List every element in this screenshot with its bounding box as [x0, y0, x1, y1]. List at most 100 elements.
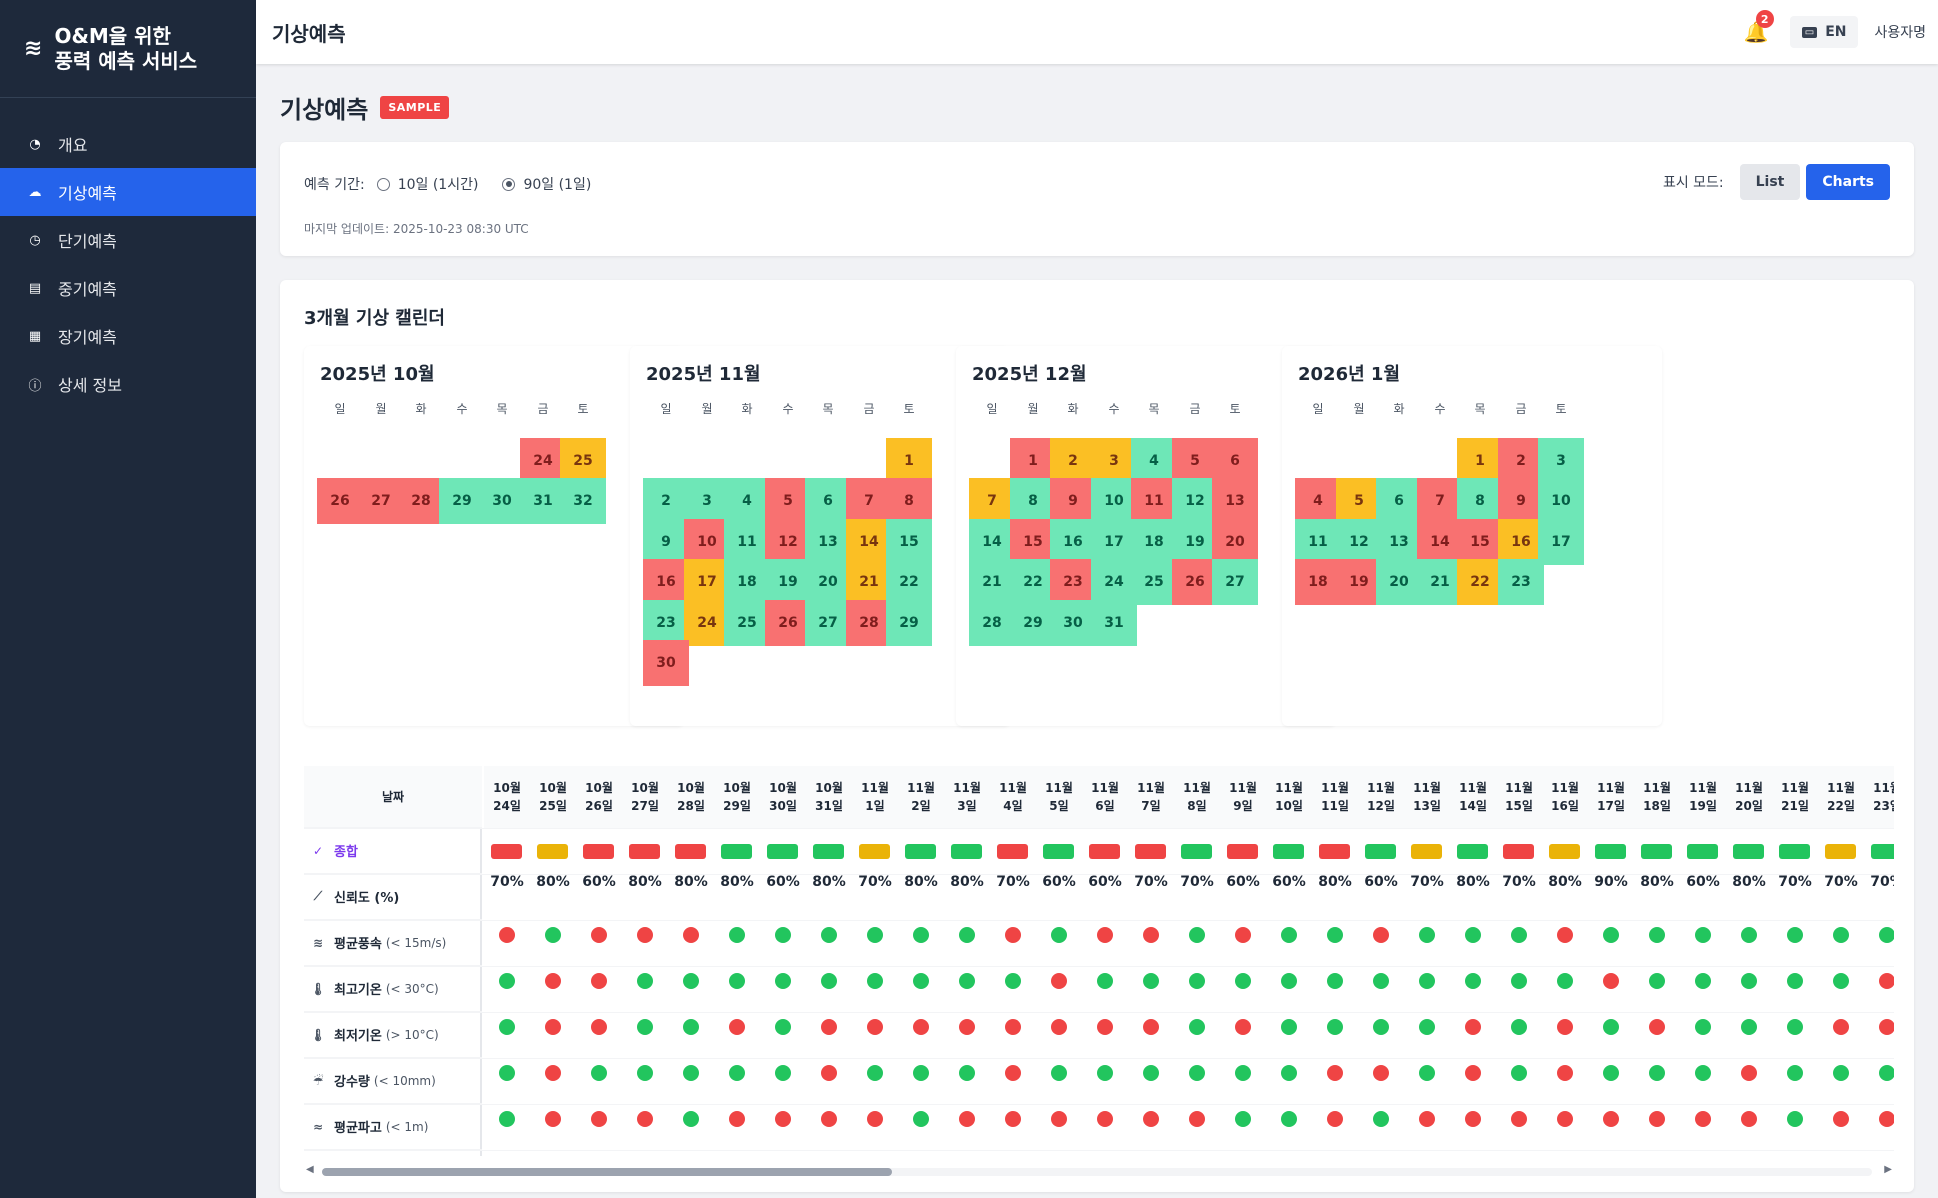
overall-status-bar[interactable]: [583, 844, 614, 859]
date-day: 21일: [1781, 799, 1809, 813]
list-mode-button[interactable]: List: [1739, 164, 1801, 200]
overall-status-bar[interactable]: [1457, 844, 1488, 859]
calendar-day[interactable]: 18: [1295, 559, 1341, 605]
overall-status-bar[interactable]: [491, 844, 522, 859]
overall-status-bar[interactable]: [721, 844, 752, 859]
date-column: 11월23일70%: [1864, 766, 1894, 1156]
language-button[interactable]: ▭ EN: [1789, 16, 1859, 48]
overall-status-bar[interactable]: [1227, 844, 1258, 859]
status-dot: [729, 1019, 745, 1035]
overall-status-bar[interactable]: [1825, 844, 1856, 859]
calendar-day[interactable]: 30: [643, 640, 689, 686]
overall-status-bar[interactable]: [1319, 844, 1350, 859]
overall-status-bar[interactable]: [1089, 844, 1120, 859]
overall-status-bar[interactable]: [1273, 844, 1304, 859]
overall-status-bar[interactable]: [1779, 844, 1810, 859]
calendar-day[interactable]: 8: [886, 478, 932, 524]
calendar-day[interactable]: 2: [643, 478, 689, 524]
overall-status-bar[interactable]: [675, 844, 706, 859]
horizontal-scrollbar[interactable]: ◀ ▶: [304, 1164, 1894, 1180]
charts-mode-button[interactable]: Charts: [1806, 164, 1890, 200]
overall-status-bar[interactable]: [997, 844, 1028, 859]
overall-status-bar[interactable]: [1135, 844, 1166, 859]
overall-status-bar[interactable]: [1733, 844, 1764, 859]
sidebar-item-3[interactable]: ▤ 중기예측: [0, 264, 256, 312]
calendar-day[interactable]: 16: [643, 559, 689, 605]
calendar-day[interactable]: 30: [1050, 600, 1096, 646]
date-month: 11월: [1643, 781, 1671, 795]
overall-status-bar[interactable]: [1365, 844, 1396, 859]
scroll-thumb[interactable]: [322, 1168, 892, 1176]
calendar-day[interactable]: 20: [1376, 559, 1422, 605]
overall-status-bar[interactable]: [1181, 844, 1212, 859]
calendar-day[interactable]: 18: [724, 559, 770, 605]
calendar-day[interactable]: 13: [1212, 478, 1258, 524]
calendar-day[interactable]: 28: [398, 478, 444, 524]
status-dot: [775, 927, 791, 943]
calendar-day[interactable]: 11: [1131, 478, 1177, 524]
date-header-cell: 11월23일: [1864, 766, 1894, 828]
calendar-day[interactable]: 22: [1457, 559, 1503, 605]
calendar-day[interactable]: 22: [886, 559, 932, 605]
overall-status-bar[interactable]: [629, 844, 660, 859]
overall-status-bar[interactable]: [1871, 844, 1894, 859]
calendar-day[interactable]: 4: [1295, 478, 1341, 524]
overall-status-bar[interactable]: [1687, 844, 1718, 859]
brand[interactable]: ≋ O&M을 위한 풍력 예측 서비스: [0, 0, 256, 98]
period-option-90d[interactable]: 90일 (1일): [523, 174, 591, 194]
notification-button[interactable]: 🔔 2: [1744, 10, 1774, 44]
calendar-day[interactable]: 7: [969, 478, 1015, 524]
calendar-day[interactable]: 23: [1498, 559, 1544, 605]
calendar-day[interactable]: 8: [1457, 478, 1503, 524]
calendar-day[interactable]: 4: [724, 478, 770, 524]
overall-status-bar[interactable]: [767, 844, 798, 859]
overall-status-bar[interactable]: [1595, 844, 1626, 859]
calendar-day[interactable]: 27: [805, 600, 851, 646]
calendar-day[interactable]: 31: [1091, 600, 1137, 646]
calendar-day[interactable]: 32: [560, 478, 606, 524]
calendar-day[interactable]: 29: [886, 600, 932, 646]
overall-status-bar[interactable]: [537, 844, 568, 859]
scroll-left-icon[interactable]: ◀: [306, 1164, 314, 1175]
period-radio-90d[interactable]: [502, 177, 516, 191]
overall-status-bar[interactable]: [813, 844, 844, 859]
calendar-day[interactable]: 10: [1538, 478, 1584, 524]
status-dot: [1787, 1065, 1803, 1081]
overall-status-bar[interactable]: [905, 844, 936, 859]
calendar-day[interactable]: 25: [1131, 559, 1177, 605]
filter-card: 예측 기간: 10일 (1시간) 90일 (1일) 마지막 업데이트: 2025…: [280, 142, 1914, 256]
overall-status-bar[interactable]: [1411, 844, 1442, 859]
forecast-grid[interactable]: 10월 24일 70% 10월 25일 80% 10월 26일 60% 10월 27일 80% 10월 2…: [484, 766, 1894, 1156]
status-dot: [1281, 1111, 1297, 1127]
calendar-day[interactable]: 6: [1376, 478, 1422, 524]
sidebar-item-4[interactable]: ▦ 장기예측: [0, 312, 256, 360]
calendar-day[interactable]: 30: [479, 478, 525, 524]
overall-status-bar[interactable]: [951, 844, 982, 859]
calendar-day[interactable]: 9: [1050, 478, 1096, 524]
overall-status-bar[interactable]: [1549, 844, 1580, 859]
calendar-day[interactable]: 20: [805, 559, 851, 605]
calendar-day[interactable]: 23: [1050, 559, 1096, 605]
overall-status-bar[interactable]: [1503, 844, 1534, 859]
sidebar-item-1[interactable]: ☁ 기상예측: [0, 168, 256, 216]
sidebar-item-0[interactable]: ◔ 개요: [0, 120, 256, 168]
calendar-day[interactable]: 25: [724, 600, 770, 646]
period-option-10d[interactable]: 10일 (1시간): [398, 174, 479, 194]
calendar-day[interactable]: 21: [969, 559, 1015, 605]
overall-status-bar[interactable]: [859, 844, 890, 859]
date-header-cell: 11월 9일: [1220, 766, 1266, 828]
user-menu[interactable]: 사용자명: [1874, 22, 1926, 42]
scroll-right-icon[interactable]: ▶: [1884, 1164, 1892, 1175]
status-dot: [775, 1111, 791, 1127]
calendar-day[interactable]: 6: [805, 478, 851, 524]
sidebar-item-2[interactable]: ◷ 단기예측: [0, 216, 256, 264]
calendar-day[interactable]: 28: [969, 600, 1015, 646]
overall-status-bar[interactable]: [1043, 844, 1074, 859]
period-radio-10d[interactable]: [376, 177, 390, 191]
overall-status-bar[interactable]: [1641, 844, 1672, 859]
calendar-day[interactable]: 26: [317, 478, 363, 524]
sidebar-item-5[interactable]: ⓘ 상세 정보: [0, 360, 256, 408]
month-title: 2025년 10월: [320, 364, 435, 385]
calendar-day[interactable]: 17: [1538, 519, 1584, 565]
calendar-day[interactable]: 27: [1212, 559, 1258, 605]
